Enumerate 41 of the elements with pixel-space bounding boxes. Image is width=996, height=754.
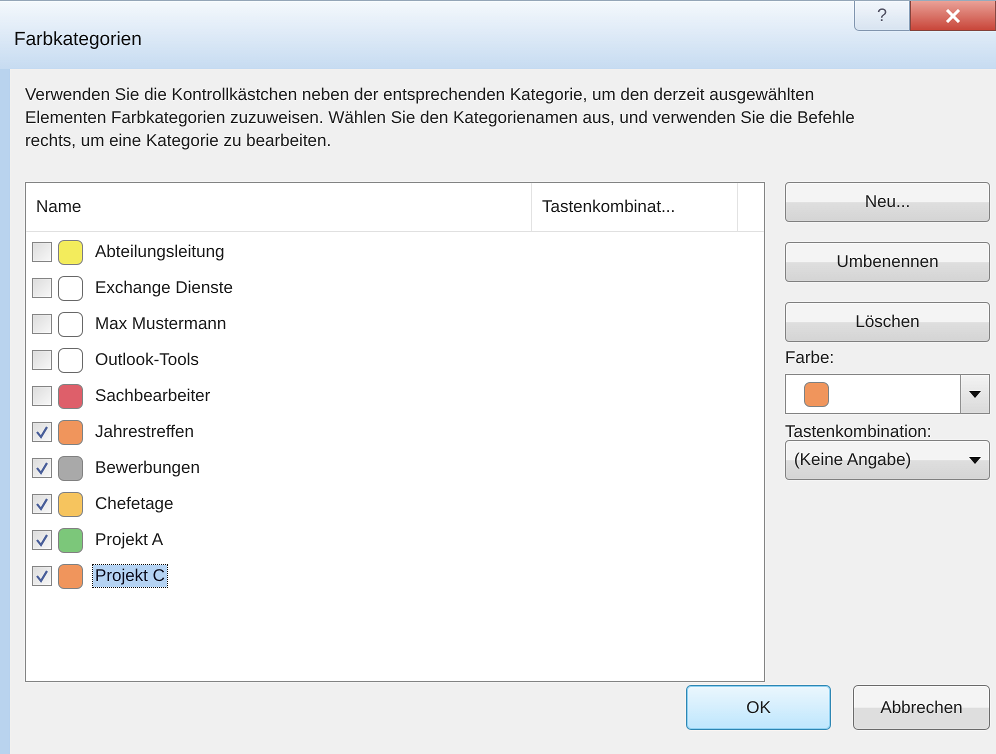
column-header[interactable]: Name: [26, 183, 532, 231]
checkbox[interactable]: [32, 530, 52, 550]
category-name[interactable]: Projekt A: [93, 529, 166, 551]
checkbox[interactable]: [32, 494, 52, 514]
category-name[interactable]: Abteilungsleitung: [93, 241, 226, 263]
category-name[interactable]: Exchange Dienste: [93, 277, 235, 299]
help-button[interactable]: ?: [854, 1, 910, 31]
checkbox[interactable]: [32, 458, 52, 478]
side-button[interactable]: Umbenennen: [785, 242, 990, 282]
category-name[interactable]: Jahrestreffen: [93, 421, 196, 443]
category-name[interactable]: Chefetage: [93, 493, 176, 515]
shortcut-label: Tastenkombination:: [785, 422, 932, 442]
color-label: Farbe:: [785, 348, 836, 368]
side-button[interactable]: Neu...: [785, 182, 990, 222]
dropdown-arrow-icon: [969, 456, 981, 464]
close-button[interactable]: [910, 1, 996, 31]
category-name[interactable]: Max Mustermann: [93, 313, 228, 335]
checkbox[interactable]: [32, 386, 52, 406]
checkbox[interactable]: [32, 278, 52, 298]
ok-button[interactable]: OK: [686, 685, 831, 730]
checkbox[interactable]: [32, 566, 52, 586]
category-name[interactable]: Projekt C: [93, 565, 167, 587]
checkbox[interactable]: [32, 314, 52, 334]
checkbox[interactable]: [32, 350, 52, 370]
window-title: Farbkategorien: [14, 29, 142, 51]
dropdown-arrow-icon: [969, 390, 981, 398]
side-button[interactable]: Löschen: [785, 302, 990, 342]
shortcut-dropdown[interactable]: (Keine Angabe): [785, 440, 990, 480]
description-text: Verwenden Sie die Kontrollkästchen neben der entsprechenden Kategorie, um den derzeit ausgewählten Elementen Farbkategorien zuzuweisen. Wählen Sie den Kategorienamen aus, und verwenden Sie die Befehle rechts, um eine Kategorie zu bearbeiten.: [25, 84, 856, 152]
color-swatch: [58, 276, 83, 300]
category-name[interactable]: Bewerbungen: [93, 457, 202, 479]
cancel-button[interactable]: Abbrechen: [853, 685, 990, 730]
color-swatch: [58, 312, 83, 336]
close-icon: [945, 8, 961, 22]
column-header[interactable]: Tastenkombinat...: [532, 183, 738, 231]
color-swatch: [58, 348, 83, 372]
category-name[interactable]: Outlook-Tools: [93, 349, 201, 371]
category-name[interactable]: Sachbearbeiter: [93, 385, 212, 407]
checkbox[interactable]: [32, 242, 52, 262]
checkbox[interactable]: [32, 422, 52, 442]
color-dropdown[interactable]: [785, 374, 990, 414]
